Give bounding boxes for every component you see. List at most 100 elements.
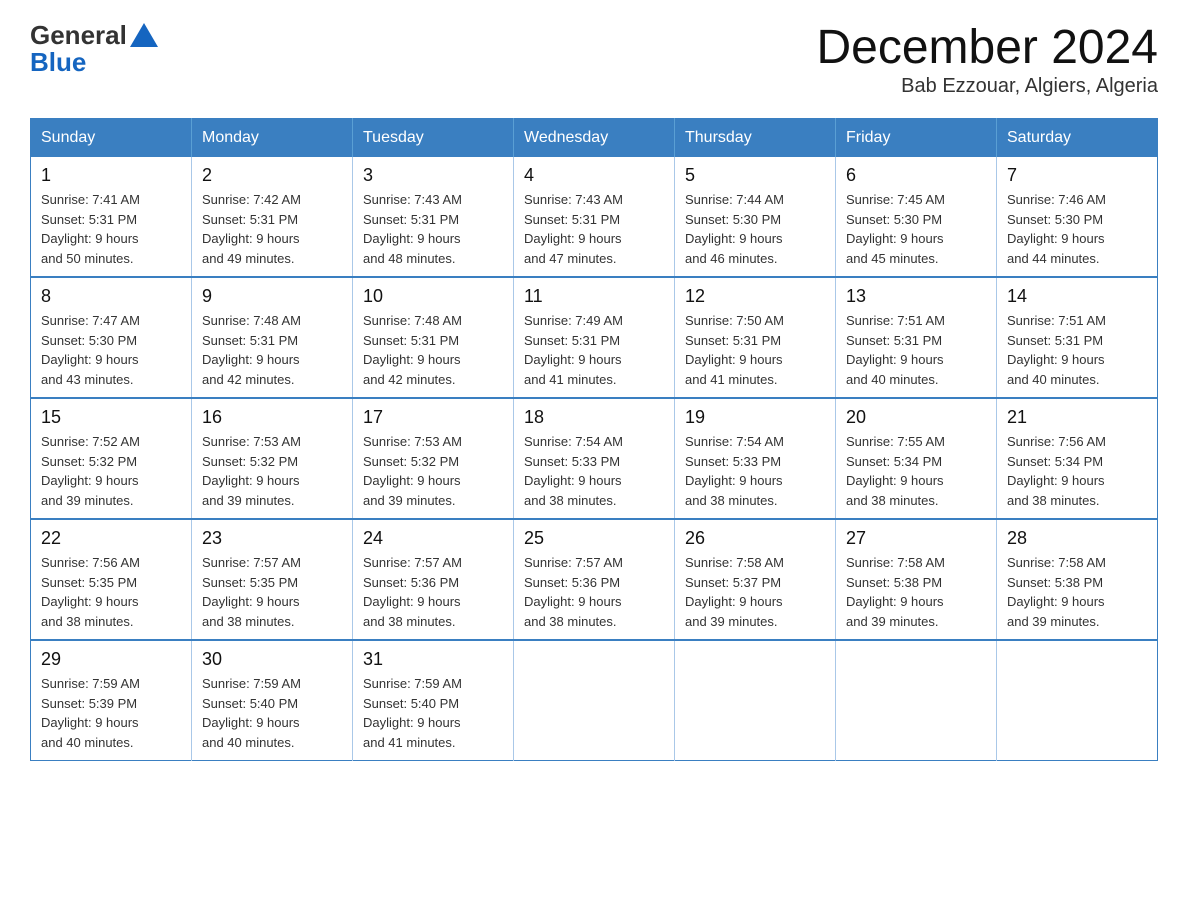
- calendar-cell: 9 Sunrise: 7:48 AM Sunset: 5:31 PM Dayli…: [192, 277, 353, 398]
- calendar-cell: 27 Sunrise: 7:58 AM Sunset: 5:38 PM Dayl…: [836, 519, 997, 640]
- calendar-cell: 18 Sunrise: 7:54 AM Sunset: 5:33 PM Dayl…: [514, 398, 675, 519]
- day-number: 28: [1007, 528, 1147, 549]
- calendar-cell: 19 Sunrise: 7:54 AM Sunset: 5:33 PM Dayl…: [675, 398, 836, 519]
- calendar-table: SundayMondayTuesdayWednesdayThursdayFrid…: [30, 118, 1158, 761]
- week-row-4: 22 Sunrise: 7:56 AM Sunset: 5:35 PM Dayl…: [31, 519, 1158, 640]
- calendar-cell: 4 Sunrise: 7:43 AM Sunset: 5:31 PM Dayli…: [514, 157, 675, 277]
- day-info: Sunrise: 7:59 AM Sunset: 5:40 PM Dayligh…: [363, 674, 503, 752]
- day-number: 12: [685, 286, 825, 307]
- calendar-cell: 30 Sunrise: 7:59 AM Sunset: 5:40 PM Dayl…: [192, 640, 353, 761]
- calendar-cell: 12 Sunrise: 7:50 AM Sunset: 5:31 PM Dayl…: [675, 277, 836, 398]
- day-info: Sunrise: 7:47 AM Sunset: 5:30 PM Dayligh…: [41, 311, 181, 389]
- calendar-cell: 15 Sunrise: 7:52 AM Sunset: 5:32 PM Dayl…: [31, 398, 192, 519]
- day-info: Sunrise: 7:48 AM Sunset: 5:31 PM Dayligh…: [202, 311, 342, 389]
- day-info: Sunrise: 7:52 AM Sunset: 5:32 PM Dayligh…: [41, 432, 181, 510]
- logo-blue: Blue: [30, 47, 86, 78]
- logo-triangle-icon: [130, 23, 158, 47]
- day-info: Sunrise: 7:57 AM Sunset: 5:35 PM Dayligh…: [202, 553, 342, 631]
- day-number: 7: [1007, 165, 1147, 186]
- day-info: Sunrise: 7:42 AM Sunset: 5:31 PM Dayligh…: [202, 190, 342, 268]
- week-row-3: 15 Sunrise: 7:52 AM Sunset: 5:32 PM Dayl…: [31, 398, 1158, 519]
- calendar-cell: 13 Sunrise: 7:51 AM Sunset: 5:31 PM Dayl…: [836, 277, 997, 398]
- calendar-cell: 22 Sunrise: 7:56 AM Sunset: 5:35 PM Dayl…: [31, 519, 192, 640]
- day-number: 15: [41, 407, 181, 428]
- day-number: 21: [1007, 407, 1147, 428]
- calendar-cell: 14 Sunrise: 7:51 AM Sunset: 5:31 PM Dayl…: [997, 277, 1158, 398]
- day-number: 5: [685, 165, 825, 186]
- day-number: 13: [846, 286, 986, 307]
- day-info: Sunrise: 7:45 AM Sunset: 5:30 PM Dayligh…: [846, 190, 986, 268]
- day-number: 17: [363, 407, 503, 428]
- day-number: 31: [363, 649, 503, 670]
- day-info: Sunrise: 7:46 AM Sunset: 5:30 PM Dayligh…: [1007, 190, 1147, 268]
- header-cell-wednesday: Wednesday: [514, 119, 675, 158]
- calendar-cell: [514, 640, 675, 761]
- header-cell-saturday: Saturday: [997, 119, 1158, 158]
- day-info: Sunrise: 7:49 AM Sunset: 5:31 PM Dayligh…: [524, 311, 664, 389]
- day-info: Sunrise: 7:54 AM Sunset: 5:33 PM Dayligh…: [524, 432, 664, 510]
- day-number: 25: [524, 528, 664, 549]
- calendar-cell: 2 Sunrise: 7:42 AM Sunset: 5:31 PM Dayli…: [192, 157, 353, 277]
- day-number: 26: [685, 528, 825, 549]
- day-number: 22: [41, 528, 181, 549]
- calendar-cell: 25 Sunrise: 7:57 AM Sunset: 5:36 PM Dayl…: [514, 519, 675, 640]
- day-info: Sunrise: 7:50 AM Sunset: 5:31 PM Dayligh…: [685, 311, 825, 389]
- day-info: Sunrise: 7:56 AM Sunset: 5:35 PM Dayligh…: [41, 553, 181, 631]
- calendar-cell: 8 Sunrise: 7:47 AM Sunset: 5:30 PM Dayli…: [31, 277, 192, 398]
- calendar-cell: [997, 640, 1158, 761]
- day-number: 6: [846, 165, 986, 186]
- day-info: Sunrise: 7:54 AM Sunset: 5:33 PM Dayligh…: [685, 432, 825, 510]
- calendar-cell: 10 Sunrise: 7:48 AM Sunset: 5:31 PM Dayl…: [353, 277, 514, 398]
- calendar-cell: 16 Sunrise: 7:53 AM Sunset: 5:32 PM Dayl…: [192, 398, 353, 519]
- day-info: Sunrise: 7:57 AM Sunset: 5:36 PM Dayligh…: [524, 553, 664, 631]
- calendar-cell: 31 Sunrise: 7:59 AM Sunset: 5:40 PM Dayl…: [353, 640, 514, 761]
- day-number: 3: [363, 165, 503, 186]
- day-info: Sunrise: 7:59 AM Sunset: 5:40 PM Dayligh…: [202, 674, 342, 752]
- day-number: 14: [1007, 286, 1147, 307]
- logo-icon: General Blue: [30, 20, 158, 78]
- day-info: Sunrise: 7:48 AM Sunset: 5:31 PM Dayligh…: [363, 311, 503, 389]
- day-info: Sunrise: 7:58 AM Sunset: 5:38 PM Dayligh…: [846, 553, 986, 631]
- day-info: Sunrise: 7:51 AM Sunset: 5:31 PM Dayligh…: [1007, 311, 1147, 389]
- day-info: Sunrise: 7:53 AM Sunset: 5:32 PM Dayligh…: [202, 432, 342, 510]
- page-title: December 2024: [816, 20, 1158, 75]
- calendar-cell: 5 Sunrise: 7:44 AM Sunset: 5:30 PM Dayli…: [675, 157, 836, 277]
- day-info: Sunrise: 7:58 AM Sunset: 5:37 PM Dayligh…: [685, 553, 825, 631]
- calendar-cell: 1 Sunrise: 7:41 AM Sunset: 5:31 PM Dayli…: [31, 157, 192, 277]
- day-number: 30: [202, 649, 342, 670]
- header-cell-friday: Friday: [836, 119, 997, 158]
- day-number: 2: [202, 165, 342, 186]
- day-number: 20: [846, 407, 986, 428]
- day-number: 27: [846, 528, 986, 549]
- title-block: December 2024 Bab Ezzouar, Algiers, Alge…: [816, 20, 1158, 98]
- header-cell-monday: Monday: [192, 119, 353, 158]
- day-number: 16: [202, 407, 342, 428]
- day-info: Sunrise: 7:43 AM Sunset: 5:31 PM Dayligh…: [363, 190, 503, 268]
- day-info: Sunrise: 7:58 AM Sunset: 5:38 PM Dayligh…: [1007, 553, 1147, 631]
- day-info: Sunrise: 7:51 AM Sunset: 5:31 PM Dayligh…: [846, 311, 986, 389]
- calendar-cell: 28 Sunrise: 7:58 AM Sunset: 5:38 PM Dayl…: [997, 519, 1158, 640]
- day-info: Sunrise: 7:59 AM Sunset: 5:39 PM Dayligh…: [41, 674, 181, 752]
- calendar-cell: 29 Sunrise: 7:59 AM Sunset: 5:39 PM Dayl…: [31, 640, 192, 761]
- calendar-cell: 20 Sunrise: 7:55 AM Sunset: 5:34 PM Dayl…: [836, 398, 997, 519]
- calendar-cell: 7 Sunrise: 7:46 AM Sunset: 5:30 PM Dayli…: [997, 157, 1158, 277]
- day-info: Sunrise: 7:53 AM Sunset: 5:32 PM Dayligh…: [363, 432, 503, 510]
- day-info: Sunrise: 7:56 AM Sunset: 5:34 PM Dayligh…: [1007, 432, 1147, 510]
- calendar-cell: 21 Sunrise: 7:56 AM Sunset: 5:34 PM Dayl…: [997, 398, 1158, 519]
- page-subtitle: Bab Ezzouar, Algiers, Algeria: [816, 75, 1158, 98]
- calendar-cell: 17 Sunrise: 7:53 AM Sunset: 5:32 PM Dayl…: [353, 398, 514, 519]
- header-cell-tuesday: Tuesday: [353, 119, 514, 158]
- day-number: 9: [202, 286, 342, 307]
- header-row: SundayMondayTuesdayWednesdayThursdayFrid…: [31, 119, 1158, 158]
- calendar-cell: 26 Sunrise: 7:58 AM Sunset: 5:37 PM Dayl…: [675, 519, 836, 640]
- calendar-cell: 3 Sunrise: 7:43 AM Sunset: 5:31 PM Dayli…: [353, 157, 514, 277]
- day-info: Sunrise: 7:41 AM Sunset: 5:31 PM Dayligh…: [41, 190, 181, 268]
- day-number: 24: [363, 528, 503, 549]
- calendar-cell: 24 Sunrise: 7:57 AM Sunset: 5:36 PM Dayl…: [353, 519, 514, 640]
- day-number: 8: [41, 286, 181, 307]
- header-cell-thursday: Thursday: [675, 119, 836, 158]
- day-number: 11: [524, 286, 664, 307]
- day-number: 1: [41, 165, 181, 186]
- day-number: 29: [41, 649, 181, 670]
- day-number: 10: [363, 286, 503, 307]
